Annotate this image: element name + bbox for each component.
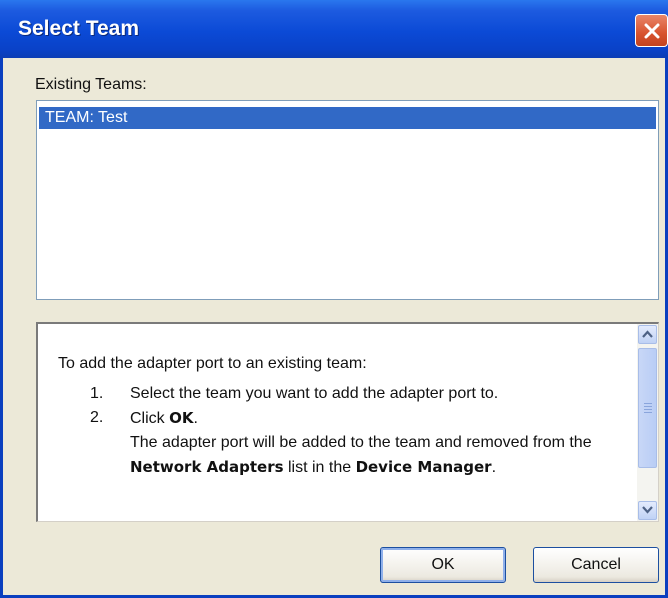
instructions-panel: To add the adapter port to an existing t… bbox=[36, 322, 659, 522]
title-bar[interactable]: Select Team bbox=[0, 0, 668, 58]
scroll-thumb[interactable] bbox=[638, 348, 657, 468]
step-1: 1. Select the team you want to add the a… bbox=[58, 382, 618, 406]
thumb-grip bbox=[644, 403, 652, 404]
cancel-button[interactable]: Cancel bbox=[533, 547, 659, 583]
chevron-down-icon bbox=[642, 506, 653, 514]
step-note-mid: list in the bbox=[283, 459, 356, 476]
step-text-end: . bbox=[193, 410, 198, 427]
step-number: 1. bbox=[90, 385, 104, 402]
list-item-label: TEAM: Test bbox=[45, 109, 128, 126]
chevron-up-icon bbox=[642, 330, 653, 338]
instructions-intro: To add the adapter port to an existing t… bbox=[58, 355, 367, 372]
list-item[interactable]: TEAM: Test bbox=[39, 107, 656, 129]
step-note-end: . bbox=[491, 459, 497, 476]
existing-teams-list[interactable]: TEAM: Test bbox=[36, 100, 659, 300]
scroll-up-button[interactable] bbox=[638, 325, 657, 344]
network-adapters-reference: Network Adapters bbox=[130, 458, 284, 476]
window-title: Select Team bbox=[18, 17, 140, 40]
step-number: 2. bbox=[90, 409, 104, 426]
step-text: Select the team you want to add the adap… bbox=[130, 385, 499, 402]
ok-button[interactable]: OK bbox=[380, 547, 506, 583]
close-button[interactable] bbox=[635, 14, 668, 47]
vertical-scrollbar[interactable] bbox=[637, 324, 658, 521]
close-icon bbox=[644, 23, 660, 39]
step-text: Click bbox=[130, 410, 170, 427]
ok-reference: OK bbox=[169, 409, 194, 427]
step-2: 2. Click OK. The adapter port will be ad… bbox=[58, 406, 618, 480]
instructions-text: To add the adapter port to an existing t… bbox=[58, 352, 618, 480]
device-manager-reference: Device Manager bbox=[355, 458, 492, 476]
scroll-down-button[interactable] bbox=[638, 501, 657, 520]
select-team-dialog: Select Team Existing Teams: TEAM: Test T… bbox=[0, 0, 668, 598]
step-note: The adapter port will be added to the te… bbox=[130, 434, 592, 451]
existing-teams-label: Existing Teams: bbox=[35, 76, 147, 93]
